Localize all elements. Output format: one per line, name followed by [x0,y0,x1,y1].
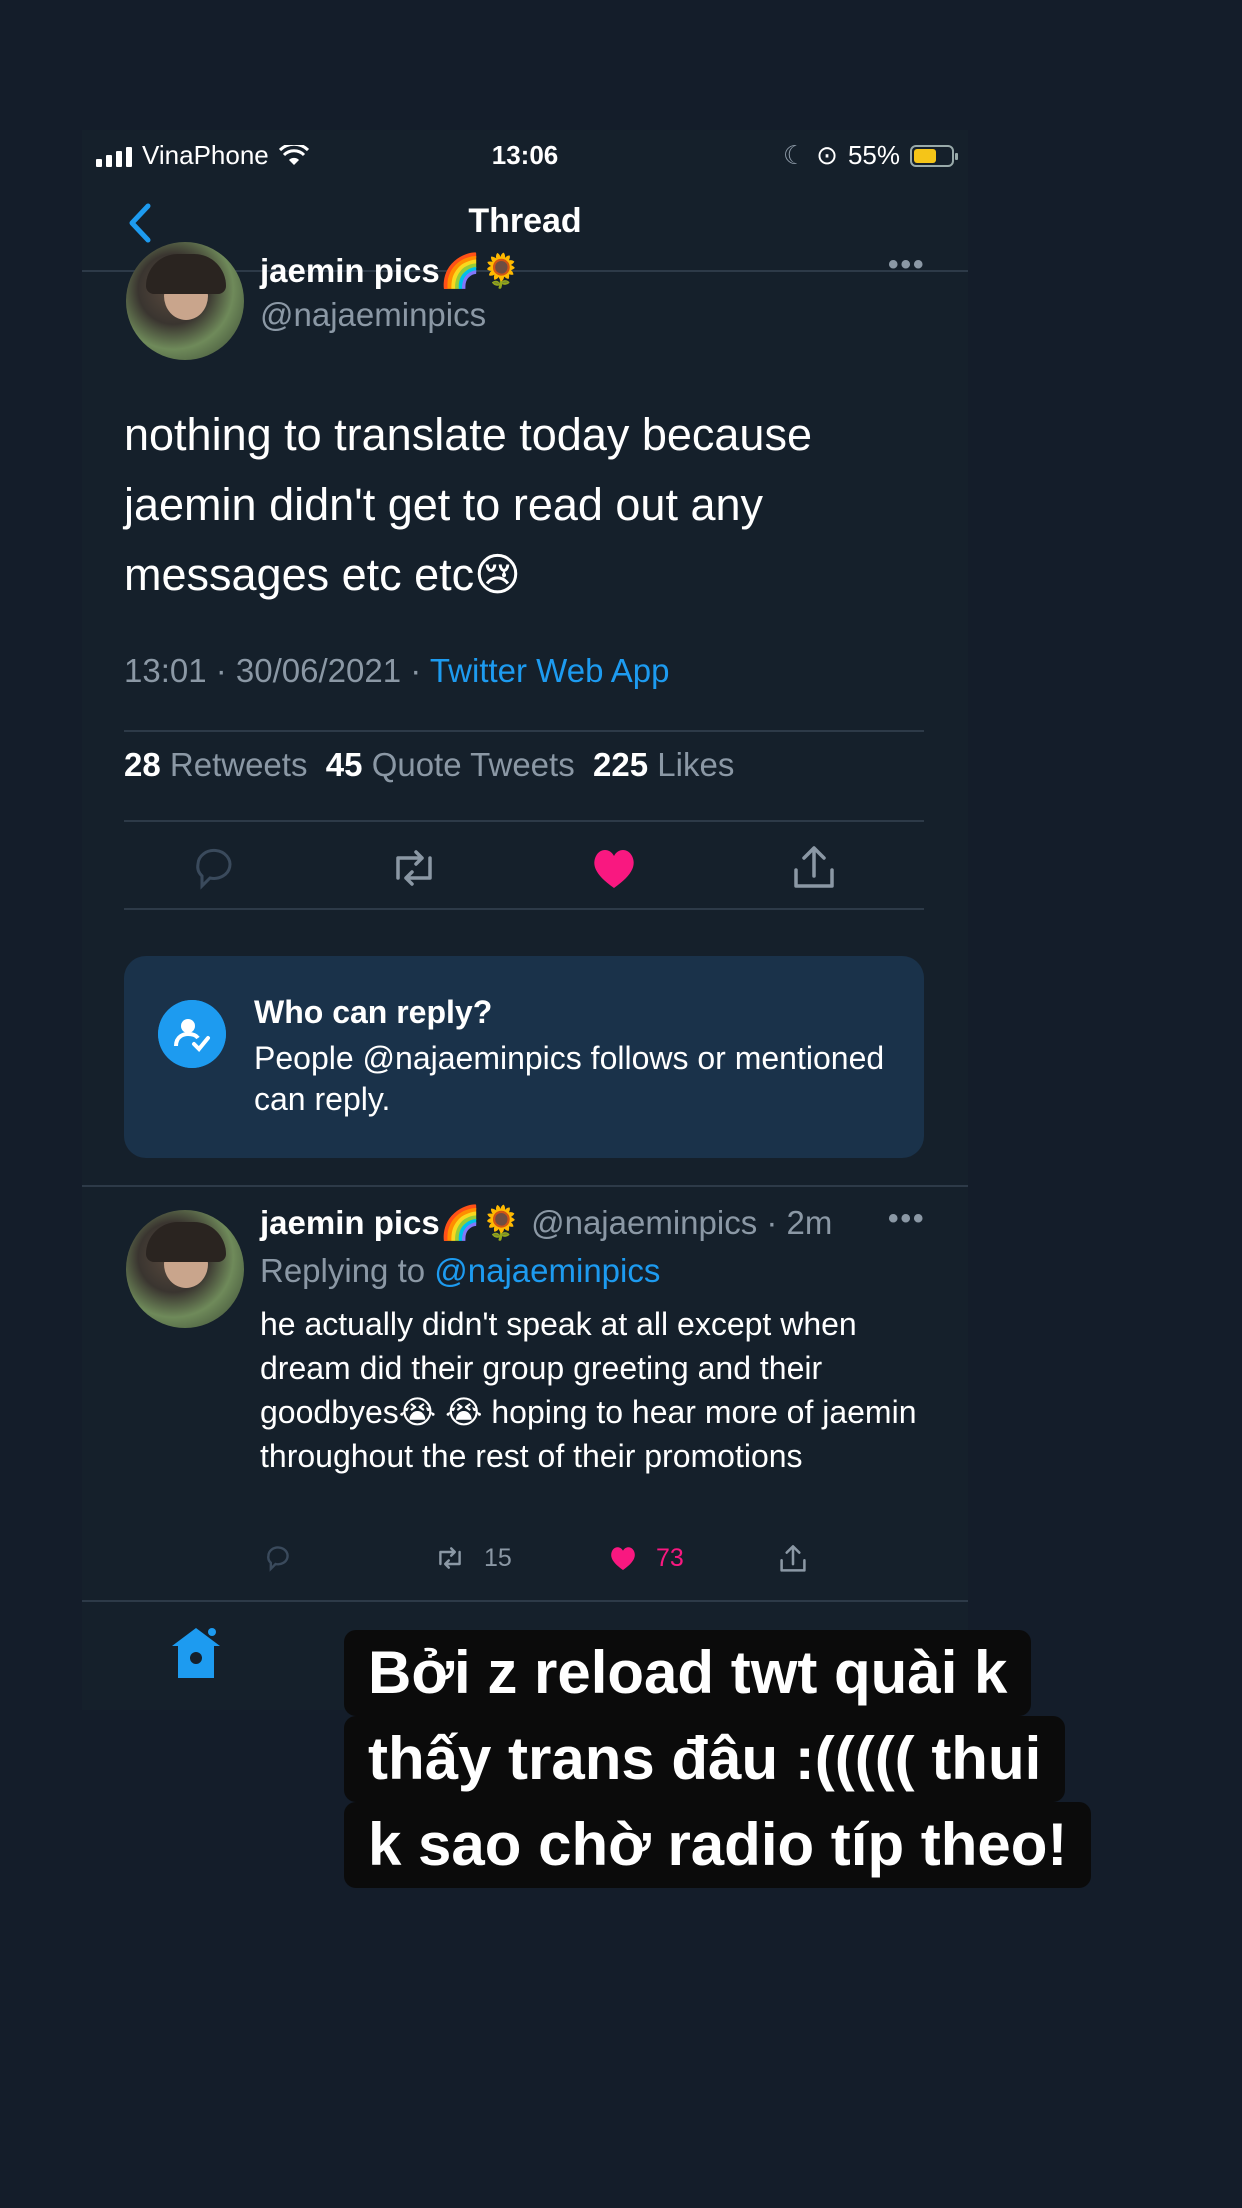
rotation-lock-icon: ⊙ [816,140,838,170]
retweet-button[interactable]: 15 [430,1540,512,1576]
share-icon[interactable] [774,1540,812,1578]
replying-prefix: Replying to [260,1252,435,1289]
reply-author-name[interactable]: jaemin pics🌈🌻 [260,1204,522,1241]
retweet-count[interactable]: 28 [124,746,161,783]
retweet-icon[interactable] [384,838,444,898]
heart-icon-liked[interactable] [604,1540,642,1576]
moon-icon: ☾ [782,140,807,170]
author-handle[interactable]: @najaeminpics [260,296,486,334]
reply-like-count: 73 [656,1543,684,1572]
share-icon[interactable] [784,838,844,898]
share-button[interactable] [774,1540,812,1578]
avatar[interactable] [126,242,244,360]
reply-retweet-count: 15 [484,1543,512,1572]
replying-handle[interactable]: @najaeminpics [434,1252,660,1289]
caption-line: k sao chờ radio típ theo! [344,1802,1092,1888]
reply-icon[interactable] [260,1540,296,1576]
battery-percent: 55% [847,140,900,170]
quote-count[interactable]: 45 [326,746,363,783]
like-label[interactable]: Likes [657,746,734,783]
more-options-icon[interactable]: ••• [888,248,926,282]
tweet-timestamp: 13:01 · 30/06/2021 · [124,652,430,689]
reply-text: he actually didn't speak at all except w… [260,1306,917,1474]
divider [124,820,924,822]
heart-icon-liked[interactable] [584,838,644,898]
tweet-source-link[interactable]: Twitter Web App [430,652,670,689]
author-name[interactable]: jaemin pics🌈🌻 [260,252,522,291]
caption-line-2: thấy trans đâu :((((( thui [344,1716,1066,1802]
who-can-reply-body: People @najaeminpics follows or mentione… [254,1040,885,1117]
tweet-meta: 13:01 · 30/06/2021 · Twitter Web App [124,652,669,690]
caption-line-1: Bởi z reload twt quài k [344,1630,1032,1716]
reply-icon[interactable] [184,838,244,898]
reply-author[interactable]: jaemin pics🌈🌻 @najaeminpics · 2m [260,1204,832,1243]
mentioned-user-icon [158,1000,226,1068]
retweet-label[interactable]: Retweets [170,746,308,783]
story-caption: Bởi z reload twt quài k thấy trans đâu :… [344,1630,1092,1888]
divider [124,730,924,732]
reply-button[interactable] [260,1540,296,1576]
tweet-actions [124,838,924,908]
like-button[interactable]: 73 [604,1540,684,1576]
more-options-icon[interactable]: ••• [888,1202,926,1236]
divider [124,908,924,910]
caption-line-3: k sao chờ radio típ theo! [344,1802,1092,1888]
tweet-stats: 28 Retweets 45 Quote Tweets 225 Likes [124,746,734,784]
phone-screen: VinaPhone 13:06 ☾ ⊙ 55% Thread jaemin pi… [82,130,968,1710]
divider [82,1185,968,1187]
battery-icon [910,144,958,167]
status-right: ☾ ⊙ 55% [782,140,958,171]
caption-line: Bởi z reload twt quài k [344,1630,1091,1716]
who-can-reply-card: Who can reply? People @najaeminpics foll… [124,956,924,1158]
replying-to: Replying to @najaeminpics [260,1252,660,1290]
page-title: Thread [468,202,582,240]
reply-actions: 15 73 [260,1540,860,1590]
retweet-icon[interactable] [430,1540,470,1576]
avatar[interactable] [126,1210,244,1328]
quote-label[interactable]: Quote Tweets [372,746,575,783]
birdhouse-icon[interactable] [168,1624,224,1682]
who-can-reply-heading: Who can reply? [254,994,493,1030]
divider [82,1600,968,1602]
status-bar: VinaPhone 13:06 ☾ ⊙ 55% [82,130,968,180]
like-count[interactable]: 225 [593,746,648,783]
tweet-text: nothing to translate today because jaemi… [124,409,812,600]
reply-handle-time: @najaeminpics · 2m [521,1204,833,1241]
caption-line: thấy trans đâu :((((( thui [344,1716,1091,1802]
